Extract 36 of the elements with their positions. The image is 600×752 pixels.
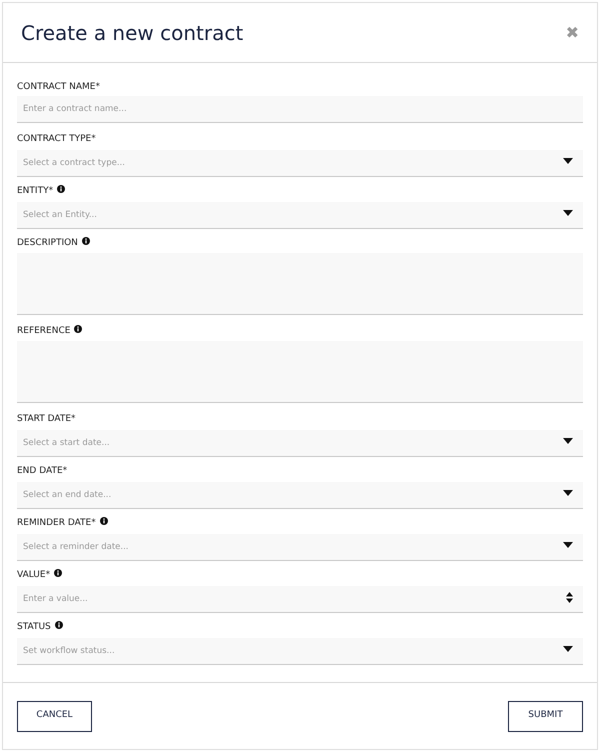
caret-icon [563, 158, 573, 164]
info-icon [57, 185, 66, 193]
text-area[interactable] [17, 341, 583, 403]
cancel-button[interactable]: CANCEL [17, 700, 92, 732]
number-field[interactable]: Enter a value... [17, 586, 583, 613]
info-icon [54, 621, 63, 629]
field-label: CONTRACT NAME* [17, 81, 100, 93]
select-field[interactable]: Select an end date... [17, 482, 583, 509]
field-label: ENTITY* [17, 185, 54, 197]
field-label: REMINDER DATE* [17, 517, 96, 529]
field-label: VALUE* [17, 569, 50, 581]
field-label: REFERENCE [17, 325, 70, 337]
select-field[interactable]: Select a start date... [17, 430, 583, 457]
caret-icon [563, 490, 573, 496]
info-icon [54, 569, 62, 577]
spinner-icon [566, 592, 573, 602]
field-label: CONTRACT TYPE* [17, 133, 96, 145]
input-field[interactable]: Enter a contract name... [17, 96, 583, 123]
info-icon [100, 517, 108, 525]
caret-icon [563, 542, 573, 548]
select-field[interactable]: Select a contract type... [17, 150, 583, 177]
field-label: STATUS [17, 621, 51, 633]
select-field[interactable]: Set workflow status... [17, 638, 583, 665]
caret-icon [563, 646, 573, 652]
dialog-title: Create a new contract [21, 20, 244, 46]
field-label: END DATE* [17, 465, 68, 477]
field-label: DESCRIPTION [17, 237, 78, 249]
field-label: START DATE* [17, 413, 76, 425]
text-area[interactable] [17, 253, 583, 315]
info-icon [82, 237, 90, 245]
caret-icon [563, 438, 573, 444]
select-field[interactable]: Select a reminder date... [17, 534, 583, 561]
caret-icon [563, 210, 573, 216]
submit-button[interactable]: SUBMIT [508, 700, 583, 732]
info-icon [74, 325, 82, 333]
select-field[interactable]: Select an Entity... [17, 202, 583, 229]
